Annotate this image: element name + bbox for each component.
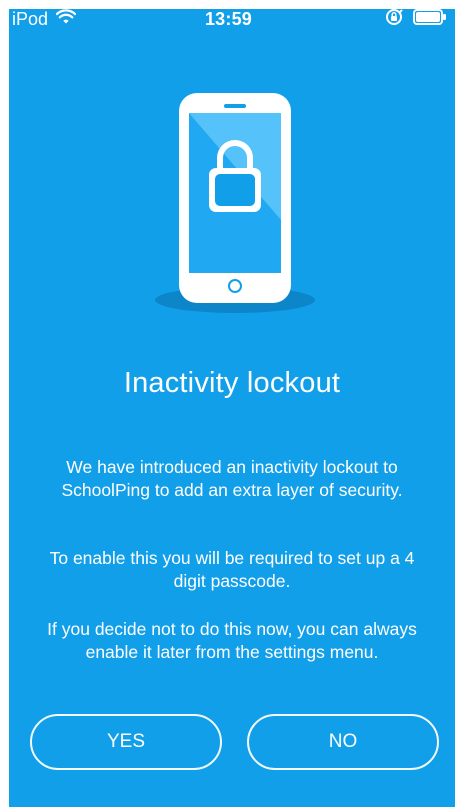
- yes-button[interactable]: YES: [30, 714, 222, 770]
- rotation-lock-icon: [385, 8, 403, 31]
- inactivity-lockout-screen: iPod 13:59 Inactivity lockout We have in…: [0, 0, 457, 807]
- page-title: Inactivity lockout: [123, 367, 341, 399]
- description-paragraph-2: To enable this you will be required to s…: [49, 548, 415, 591]
- description-paragraph-3: If you decide not to do this now, you ca…: [47, 619, 417, 662]
- battery-icon: [413, 8, 447, 31]
- no-button-label: NO: [328, 731, 358, 752]
- phone-illustration: [150, 90, 320, 320]
- yes-button-label: YES: [106, 731, 146, 752]
- status-bar: iPod 13:59: [0, 0, 457, 36]
- description-paragraph-1: We have introduced an inactivity lockout…: [61, 457, 403, 500]
- status-right: [385, 8, 447, 31]
- no-button[interactable]: NO: [247, 714, 439, 770]
